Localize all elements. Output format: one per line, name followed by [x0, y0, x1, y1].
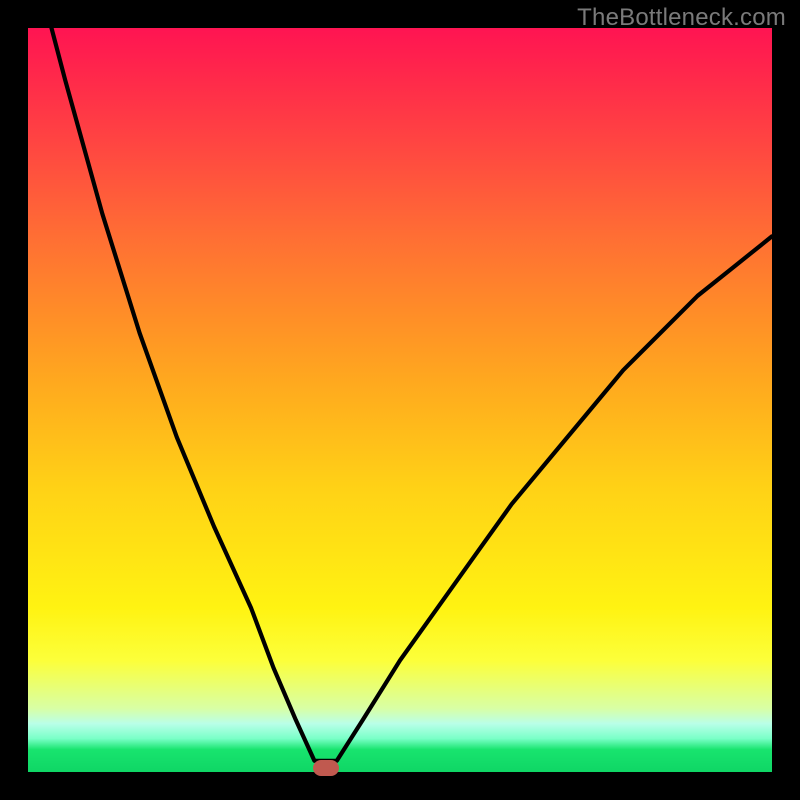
- curve-layer: [28, 28, 772, 772]
- plot-area: [28, 28, 772, 772]
- optimal-point-marker: [313, 760, 339, 776]
- bottleneck-curve-path: [28, 28, 772, 761]
- chart-frame: TheBottleneck.com: [0, 0, 800, 800]
